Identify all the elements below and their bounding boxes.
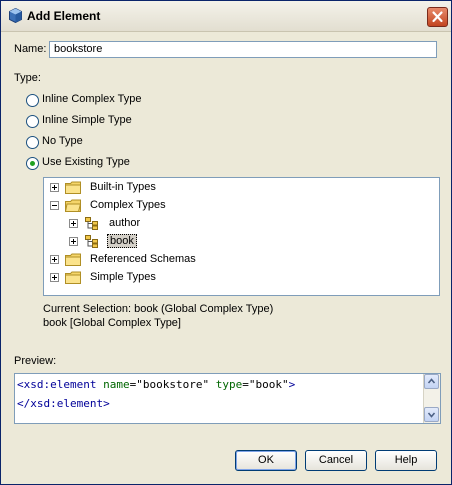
code-attr-value: ="bookstore" [129,378,210,391]
type-tree[interactable]: Built-in Types Complex Types author book… [43,177,440,296]
complex-type-icon [85,235,98,248]
open-folder-icon [65,199,81,212]
tree-node-label: author [109,217,141,229]
window-title: Add Element [27,9,101,23]
tree-node-label: Simple Types [90,271,156,283]
radio-label: Inline Simple Type [42,114,132,126]
selection-detail-text: book [Global Complex Type] [43,317,181,329]
cancel-button[interactable]: Cancel [305,450,367,471]
folder-icon [65,253,81,266]
expand-plus-icon[interactable] [69,237,78,246]
radio-selected-dot [30,161,35,166]
tree-node-label-selected: book [107,234,137,248]
folder-icon [65,181,81,194]
tree-node-book[interactable]: book [44,233,434,251]
name-label: Name: [14,43,47,55]
code-open-tag: <xsd:element [17,378,97,391]
complex-type-icon [85,217,98,230]
radio-label: Inline Complex Type [42,93,142,105]
preview-textarea[interactable]: <xsd:element name="bookstore" type="book… [14,373,441,424]
code-attr-type: type [215,378,243,391]
radio-button[interactable] [26,136,39,149]
expand-plus-icon[interactable] [50,255,59,264]
expand-plus-icon[interactable] [69,219,78,228]
ok-button[interactable]: OK [235,450,297,471]
close-button[interactable] [427,7,448,27]
tree-node-label: Built-in Types [90,181,156,193]
arrow-down-icon [427,412,436,418]
preview-label: Preview: [14,355,57,367]
type-label: Type: [14,72,41,84]
code-attr-name: name [103,378,130,391]
tree-node-built-in-types[interactable]: Built-in Types [44,179,434,197]
tree-node-complex-types[interactable]: Complex Types [44,197,434,215]
expand-plus-icon[interactable] [50,183,59,192]
vertical-scrollbar[interactable] [423,374,440,423]
title-bar[interactable]: Add Element [1,1,451,32]
current-selection-text: Current Selection: book (Global Complex … [43,303,274,315]
tree-node-author[interactable]: author [44,215,434,233]
code-attr-value: ="book" [242,378,289,391]
add-element-dialog: Add Element Name: bookstore Type: Inline… [0,0,452,485]
radio-button[interactable] [26,94,39,107]
help-button[interactable]: Help [375,450,437,471]
tree-node-referenced-schemas[interactable]: Referenced Schemas [44,251,434,269]
scroll-up-button[interactable] [424,374,439,389]
radio-label: No Type [42,135,83,147]
code-tag-close: > [288,378,296,391]
tree-node-label: Referenced Schemas [90,253,196,265]
scroll-down-button[interactable] [424,407,439,422]
expand-plus-icon[interactable] [50,273,59,282]
netbeans-cube-icon [9,8,22,23]
preview-line-2: </xsd:element> [17,397,110,410]
close-icon [432,11,443,23]
collapse-minus-icon[interactable] [50,201,59,210]
tree-node-label: Complex Types [90,199,166,211]
radio-button-selected[interactable] [26,157,39,170]
radio-label: Use Existing Type [42,156,130,168]
tree-node-simple-types[interactable]: Simple Types [44,269,434,287]
folder-icon [65,271,81,284]
preview-line-1: <xsd:element name="bookstore" type="book… [17,378,295,391]
radio-button[interactable] [26,115,39,128]
name-input[interactable]: bookstore [49,41,437,58]
arrow-up-icon [427,378,436,384]
